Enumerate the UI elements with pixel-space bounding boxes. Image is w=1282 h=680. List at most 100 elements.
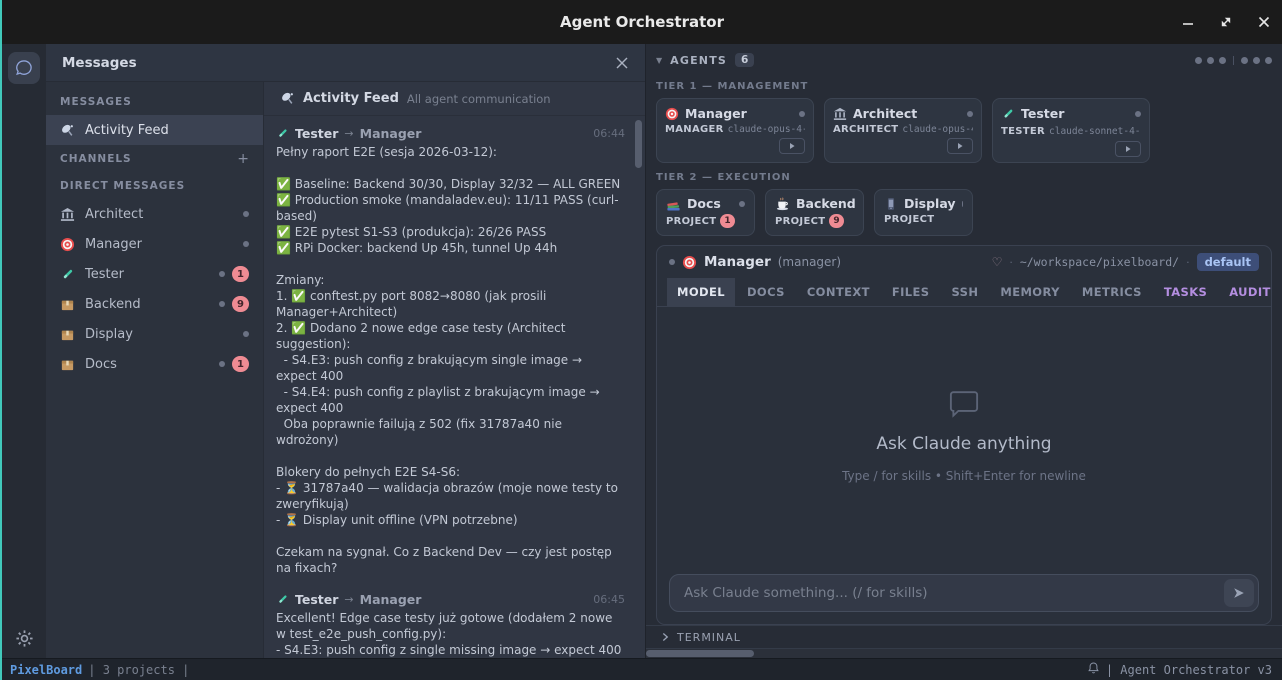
minimize-icon xyxy=(1182,16,1194,28)
agent-role: MANAGER xyxy=(665,124,724,135)
package-icon xyxy=(60,327,75,342)
test-pen-icon xyxy=(1001,107,1015,121)
tab-files[interactable]: FILES xyxy=(882,278,940,306)
sidebar-item-label: Manager xyxy=(85,237,142,252)
horizontal-scrollbar xyxy=(646,648,1282,658)
unread-badge: 1 xyxy=(232,356,249,372)
maximize-icon xyxy=(1220,16,1232,28)
presence-dot xyxy=(219,301,225,307)
window-controls xyxy=(1182,0,1270,44)
agent-card-tester[interactable]: Tester TESTER claude-sonnet-4-6 1 xyxy=(992,98,1150,163)
presence-dot xyxy=(219,361,225,367)
sidebar-item-backend[interactable]: Backend 9 xyxy=(46,289,263,319)
presence-dot xyxy=(669,259,675,265)
messages-section-label: MESSAGES xyxy=(46,88,263,115)
sidebar-item-tester[interactable]: Tester 1 xyxy=(46,259,263,289)
sidebar-item-architect[interactable]: Architect xyxy=(46,199,263,229)
message-recipient: Manager xyxy=(360,126,422,141)
agent-name: Manager xyxy=(685,106,747,121)
presence-dot xyxy=(243,241,249,247)
messages-columns: MESSAGES Activity Feed CHANNELS + DIRECT… xyxy=(46,82,645,658)
agent-card-manager[interactable]: Manager MANAGER claude-opus-4-6 xyxy=(656,98,814,163)
agents-header[interactable]: ▼ AGENTS 6 xyxy=(656,48,1272,72)
chevron-down-icon: ▼ xyxy=(656,56,662,65)
tab-model[interactable]: MODEL xyxy=(667,278,735,306)
agent-detail-panel: Manager (manager) ♡ · ~/workspace/pixelb… xyxy=(656,245,1272,625)
agents-count-badge: 6 xyxy=(735,53,754,67)
satellite-dish-icon xyxy=(60,123,75,138)
gear-icon xyxy=(15,629,34,648)
play-icon xyxy=(956,142,964,150)
sidebar-item-label: Architect xyxy=(85,207,143,222)
agent-card-backend[interactable]: Backend PROJECT 9 xyxy=(765,189,864,236)
sidebar-item-label: Display xyxy=(85,327,133,342)
test-pen-icon xyxy=(276,127,289,140)
close-icon xyxy=(1258,16,1270,28)
sidebar-item-docs[interactable]: Docs 1 xyxy=(46,349,263,379)
run-agent-button[interactable] xyxy=(947,138,973,154)
close-window-button[interactable] xyxy=(1258,13,1270,32)
sidebar-item-display[interactable]: Display xyxy=(46,319,263,349)
tab-memory[interactable]: MEMORY xyxy=(990,278,1069,306)
classical-building-icon xyxy=(833,107,847,121)
tab-docs[interactable]: DOCS xyxy=(737,278,795,306)
heart-icon[interactable]: ♡ xyxy=(992,255,1003,269)
play-icon xyxy=(1124,145,1132,153)
statusbar-projects: | 3 projects | xyxy=(88,663,189,677)
agent-card-docs[interactable]: Docs PROJECT 1 xyxy=(656,189,755,236)
notifications-button[interactable] xyxy=(1087,661,1100,678)
message-sender: Tester xyxy=(295,592,338,607)
sidebar-item-label: Activity Feed xyxy=(85,123,169,138)
horizontal-scrollbar-thumb[interactable] xyxy=(646,650,754,657)
package-icon xyxy=(60,297,75,312)
presence-dot xyxy=(962,201,963,207)
statusbar-app-name: PixelBoard xyxy=(10,663,82,677)
agents-title: AGENTS xyxy=(670,54,727,67)
tab-metrics[interactable]: METRICS xyxy=(1072,278,1152,306)
close-messages-button[interactable] xyxy=(615,56,629,70)
presence-dot xyxy=(1135,111,1141,117)
settings-button[interactable] xyxy=(15,629,34,652)
books-icon xyxy=(666,196,681,211)
tier1-label: TIER 1 — MANAGEMENT xyxy=(656,81,1272,92)
satellite-dish-icon xyxy=(280,91,295,106)
agent-name: Docs xyxy=(687,196,721,211)
test-pen-icon xyxy=(276,593,289,606)
target-icon xyxy=(665,107,679,121)
run-agent-button[interactable] xyxy=(779,138,805,154)
tab-tasks[interactable]: TASKS xyxy=(1154,278,1217,306)
tab-audit[interactable]: AUDIT xyxy=(1219,278,1272,306)
sidebar-item-manager[interactable]: Manager xyxy=(46,229,263,259)
maximize-button[interactable] xyxy=(1220,13,1232,32)
sidebar-item-label: Docs xyxy=(85,357,117,372)
app-window: Agent Orchestrator Messages MESSAGES xyxy=(0,0,1282,680)
send-button[interactable] xyxy=(1224,579,1254,607)
left-rail xyxy=(2,44,46,658)
add-channel-button[interactable]: + xyxy=(237,151,249,167)
tier1-cards: Manager MANAGER claude-opus-4-6 Architec… xyxy=(656,98,1272,163)
agent-card-architect[interactable]: Architect ARCHITECT claude-opus-4-6 xyxy=(824,98,982,163)
minimize-button[interactable] xyxy=(1182,13,1194,32)
titlebar: Agent Orchestrator xyxy=(2,0,1282,44)
ask-claude-input[interactable] xyxy=(669,574,1259,612)
sidebar-item-activity-feed[interactable]: Activity Feed xyxy=(46,115,263,145)
message-timestamp: 06:45 xyxy=(593,593,625,606)
terminal-toggle[interactable]: TERMINAL xyxy=(646,625,1282,648)
tab-context[interactable]: CONTEXT xyxy=(797,278,880,306)
tab-ssh[interactable]: SSH xyxy=(941,278,988,306)
agent-role: PROJECT xyxy=(775,216,825,227)
feed-scrollbar-thumb[interactable] xyxy=(635,120,642,168)
feed-message: Tester → Manager 06:44 Pełny raport E2E … xyxy=(276,126,625,576)
messages-rail-button[interactable] xyxy=(8,52,40,84)
channels-section-label: CHANNELS + xyxy=(46,145,263,172)
agent-card-display[interactable]: Display PROJECT xyxy=(874,189,973,236)
run-agent-button[interactable] xyxy=(1115,141,1141,157)
status-dot xyxy=(1219,57,1226,64)
session-badge[interactable]: default xyxy=(1197,253,1259,271)
agent-name: Tester xyxy=(1021,106,1064,121)
agent-role: ARCHITECT xyxy=(833,124,898,135)
unread-badge: 1 xyxy=(720,214,734,228)
tier2-cards: Docs PROJECT 1 Backend PROJEC xyxy=(656,189,1272,236)
chevron-right-icon xyxy=(662,632,669,642)
divider xyxy=(1233,56,1234,65)
